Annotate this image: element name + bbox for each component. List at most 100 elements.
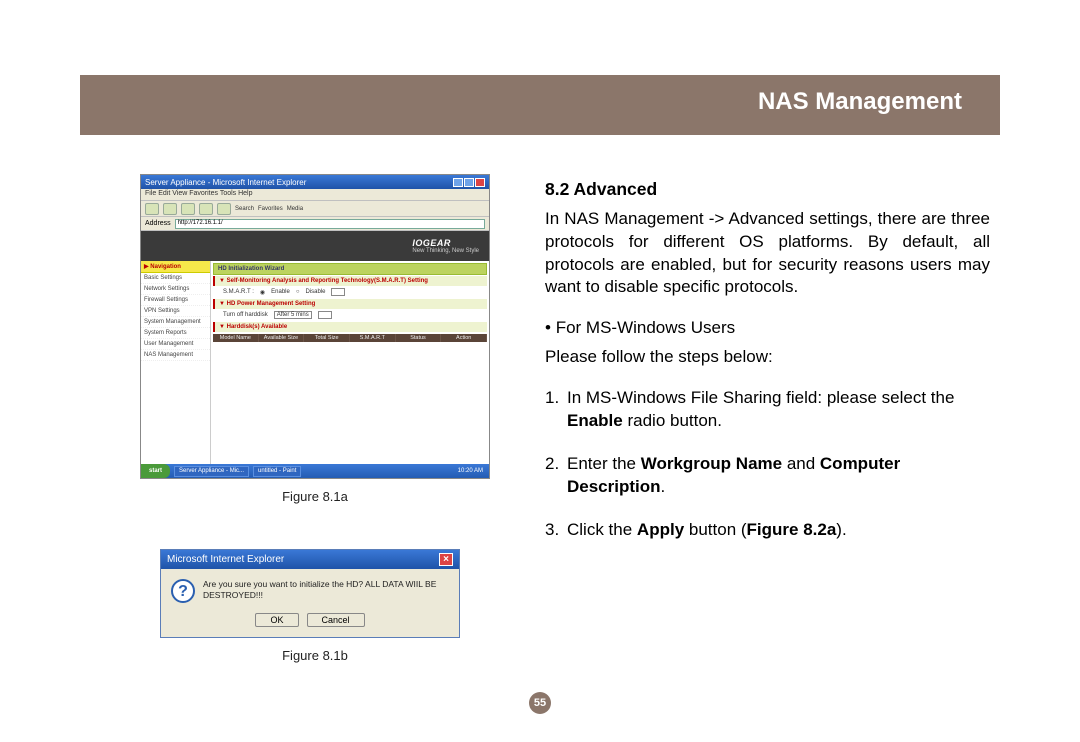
power-row: Turn off harddisk After 5 mins bbox=[213, 309, 487, 321]
figure-8-1b-wrap: Microsoft Internet Explorer × ? Are you … bbox=[140, 549, 490, 663]
brand-tagline: New Thinking, New Style bbox=[412, 248, 479, 254]
radio-enable[interactable]: ◉ bbox=[260, 289, 265, 296]
sidebar-item[interactable]: Firewall Settings bbox=[141, 295, 210, 306]
right-column: 8.2 Advanced In NAS Management -> Advanc… bbox=[545, 178, 990, 562]
tray-time: 10:20 AM bbox=[458, 468, 483, 474]
close-icon[interactable] bbox=[475, 178, 485, 187]
dialog-body: ? Are you sure you want to initialize th… bbox=[161, 569, 459, 607]
page-number: 55 bbox=[529, 692, 551, 714]
taskbar-item[interactable]: untitled - Paint bbox=[253, 466, 301, 477]
t-bold: Figure 8.2a bbox=[747, 520, 837, 539]
window-title: Server Appliance - Microsoft Internet Ex… bbox=[145, 178, 306, 187]
browser-titlebar: Server Appliance - Microsoft Internet Ex… bbox=[141, 175, 489, 189]
t: In MS-Windows File Sharing field: please… bbox=[567, 388, 954, 407]
t: radio button. bbox=[623, 411, 722, 430]
steps-list: 1. In MS-Windows File Sharing field: ple… bbox=[545, 387, 990, 542]
step-1: 1. In MS-Windows File Sharing field: ple… bbox=[545, 387, 990, 433]
bullet-sub: Please follow the steps below: bbox=[545, 346, 990, 369]
brand-logo: IOGEAR bbox=[412, 238, 451, 248]
address-input[interactable]: http://172.16.1.1/ bbox=[175, 219, 485, 229]
ok-button[interactable]: OK bbox=[255, 613, 298, 627]
forward-icon[interactable] bbox=[163, 203, 177, 215]
sidebar-item[interactable]: Network Settings bbox=[141, 284, 210, 295]
app-banner: IOGEAR New Thinking, New Style bbox=[141, 231, 489, 261]
apply-chip[interactable] bbox=[331, 288, 345, 296]
th: Available Size bbox=[259, 334, 305, 342]
back-icon[interactable] bbox=[145, 203, 159, 215]
sidebar-item[interactable]: System Management bbox=[141, 317, 210, 328]
t: Click the bbox=[567, 520, 637, 539]
start-button[interactable]: start bbox=[141, 464, 170, 478]
dialog-title: Microsoft Internet Explorer bbox=[167, 554, 284, 565]
favorites-label[interactable]: Favorites bbox=[258, 206, 283, 212]
sidebar-item[interactable]: NAS Management bbox=[141, 350, 210, 361]
minimize-icon[interactable] bbox=[453, 178, 463, 187]
th: Action bbox=[441, 334, 487, 342]
close-icon[interactable]: × bbox=[439, 553, 453, 566]
cancel-button[interactable]: Cancel bbox=[307, 613, 365, 627]
stop-icon[interactable] bbox=[181, 203, 195, 215]
step-text: In MS-Windows File Sharing field: please… bbox=[567, 387, 990, 433]
search-label[interactable]: Search bbox=[235, 206, 254, 212]
window-buttons bbox=[453, 178, 485, 187]
hdd-table-header: Model Name Available Size Total Size S.M… bbox=[213, 334, 487, 342]
address-label: Address bbox=[145, 220, 171, 227]
media-label[interactable]: Media bbox=[287, 206, 303, 212]
header-band: NAS Management bbox=[80, 75, 1000, 135]
enable-label: Enable bbox=[271, 289, 290, 295]
t: Enter the bbox=[567, 454, 641, 473]
page-title: NAS Management bbox=[758, 88, 962, 116]
wizard-title: HD Initialization Wizard bbox=[213, 263, 487, 275]
taskbar-item[interactable]: Server Appliance - Mic... bbox=[174, 466, 249, 477]
th: S.M.A.R.T bbox=[350, 334, 396, 342]
step-text: Click the Apply button (Figure 8.2a). bbox=[567, 519, 990, 542]
sidebar-nav: ▶ Navigation Basic Settings Network Sett… bbox=[141, 261, 211, 466]
address-bar-row: Address http://172.16.1.1/ bbox=[141, 217, 489, 231]
browser-toolbar: Search Favorites Media bbox=[141, 201, 489, 217]
t: button ( bbox=[684, 520, 746, 539]
maximize-icon[interactable] bbox=[464, 178, 474, 187]
figure-b-caption: Figure 8.1b bbox=[140, 648, 490, 663]
step-number: 1. bbox=[545, 387, 567, 433]
turnoff-label: Turn off harddisk bbox=[223, 312, 268, 318]
radio-disable[interactable]: ○ bbox=[296, 289, 300, 295]
t: ). bbox=[836, 520, 846, 539]
th: Model Name bbox=[213, 334, 259, 342]
sidebar-item[interactable]: System Reports bbox=[141, 328, 210, 339]
th: Status bbox=[396, 334, 442, 342]
disable-label: Disable bbox=[305, 289, 325, 295]
system-tray: 10:20 AM bbox=[452, 468, 489, 474]
section-heading: 8.2 Advanced bbox=[545, 178, 990, 202]
hdd-section[interactable]: ▼ Harddisk(s) Available bbox=[213, 322, 487, 332]
figure-a-caption: Figure 8.1a bbox=[140, 489, 490, 504]
t: and bbox=[782, 454, 820, 473]
manual-page: NAS Management Server Appliance - Micros… bbox=[55, 30, 1025, 720]
step-3: 3. Click the Apply button (Figure 8.2a). bbox=[545, 519, 990, 542]
home-icon[interactable] bbox=[217, 203, 231, 215]
step-text: Enter the Workgroup Name and Computer De… bbox=[567, 453, 990, 499]
browser-menu[interactable]: File Edit View Favorites Tools Help bbox=[141, 189, 489, 201]
sidebar-item[interactable]: Basic Settings bbox=[141, 273, 210, 284]
smart-section[interactable]: ▼ Self-Monitoring Analysis and Reporting… bbox=[213, 276, 487, 286]
left-column: Server Appliance - Microsoft Internet Ex… bbox=[140, 174, 490, 663]
smart-row: S.M.A.R.T : ◉ Enable ○ Disable bbox=[213, 286, 487, 298]
refresh-icon[interactable] bbox=[199, 203, 213, 215]
main-panel: HD Initialization Wizard ▼ Self-Monitori… bbox=[211, 261, 489, 466]
t-bold: Apply bbox=[637, 520, 684, 539]
power-section[interactable]: ▼ HD Power Management Setting bbox=[213, 299, 487, 309]
sidebar-item[interactable]: VPN Settings bbox=[141, 306, 210, 317]
app-body: ▶ Navigation Basic Settings Network Sett… bbox=[141, 261, 489, 466]
step-number: 3. bbox=[545, 519, 567, 542]
figure-8-1a-screenshot: Server Appliance - Microsoft Internet Ex… bbox=[140, 174, 490, 479]
dialog-message: Are you sure you want to initialize the … bbox=[203, 579, 449, 601]
dialog-titlebar: Microsoft Internet Explorer × bbox=[161, 550, 459, 569]
apply-chip[interactable] bbox=[318, 311, 332, 319]
bullet-windows-users: For MS-Windows Users bbox=[545, 317, 990, 340]
step-2: 2. Enter the Workgroup Name and Computer… bbox=[545, 453, 990, 499]
turnoff-select[interactable]: After 5 mins bbox=[274, 311, 312, 319]
t-bold: Enable bbox=[567, 411, 623, 430]
step-number: 2. bbox=[545, 453, 567, 499]
smart-label: S.M.A.R.T : bbox=[223, 289, 254, 295]
th: Total Size bbox=[304, 334, 350, 342]
sidebar-item[interactable]: User Management bbox=[141, 339, 210, 350]
